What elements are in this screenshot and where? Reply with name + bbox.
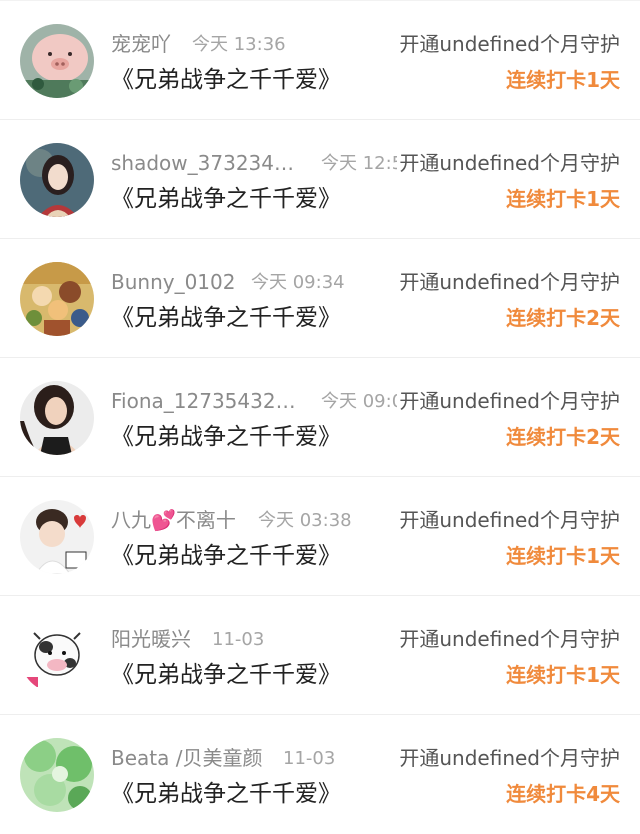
guard-info: 开通undefined个月守护 — [397, 745, 620, 771]
book-title[interactable]: 《兄弟战争之千千爱》 — [111, 303, 341, 333]
username[interactable]: Beata /贝美童颜 — [111, 746, 262, 770]
list-item[interactable]: 阳光暖兴 11-03 《兄弟战争之千千爱》 开通undefined个月守护 连续… — [0, 596, 640, 715]
list-item[interactable]: 宠宠吖 今天 13:36 《兄弟战争之千千爱》 开通undefined个月守护 … — [0, 1, 640, 120]
cow-avatar-icon[interactable] — [20, 619, 94, 693]
pig-avatar-icon[interactable] — [20, 24, 94, 98]
green-leaf-avatar-icon[interactable] — [20, 738, 94, 812]
cartoon-group-avatar-icon[interactable] — [20, 262, 94, 336]
checkin-list: 宠宠吖 今天 13:36 《兄弟战争之千千爱》 开通undefined个月守护 … — [0, 0, 640, 833]
book-title[interactable]: 《兄弟战争之千千爱》 — [111, 422, 341, 452]
guard-info: 开通undefined个月守护 — [397, 626, 620, 652]
book-title[interactable]: 《兄弟战争之千千爱》 — [111, 541, 341, 571]
list-item[interactable]: shadow_373234… 今天 12:57 《兄弟战争之千千爱》 开通und… — [0, 120, 640, 239]
timestamp: 11-03 — [283, 748, 336, 769]
username[interactable]: Fiona_12735432… — [111, 389, 296, 413]
guard-info: 开通undefined个月守护 — [397, 269, 620, 295]
streak-label: 连续打卡1天 — [506, 187, 620, 211]
streak-label: 连续打卡1天 — [506, 68, 620, 92]
list-item[interactable]: Fiona_12735432… 今天 09:07 《兄弟战争之千千爱》 开通un… — [0, 358, 640, 477]
list-item[interactable]: 八九💕不离十 今天 03:38 《兄弟战争之千千爱》 开通undefined个月… — [0, 477, 640, 596]
timestamp: 11-03 — [212, 629, 265, 650]
list-item[interactable]: Bunny_0102 今天 09:34 《兄弟战争之千千爱》 开通undefin… — [0, 239, 640, 358]
list-item[interactable]: Beata /贝美童颜 11-03 《兄弟战争之千千爱》 开通undefined… — [0, 715, 640, 834]
book-title[interactable]: 《兄弟战争之千千爱》 — [111, 779, 341, 809]
baby-avatar-icon[interactable] — [20, 500, 94, 574]
book-title[interactable]: 《兄弟战争之千千爱》 — [111, 65, 341, 95]
guard-info: 开通undefined个月守护 — [397, 388, 620, 414]
streak-label: 连续打卡1天 — [506, 663, 620, 687]
username[interactable]: shadow_373234… — [111, 151, 294, 175]
username[interactable]: 宠宠吖 — [111, 32, 171, 56]
guard-info: 开通undefined个月守护 — [397, 31, 620, 57]
username[interactable]: 阳光暖兴 — [111, 627, 191, 651]
girl-portrait-avatar-icon[interactable] — [20, 143, 94, 217]
guard-info: 开通undefined个月守护 — [397, 507, 620, 533]
streak-label: 连续打卡2天 — [506, 425, 620, 449]
book-title[interactable]: 《兄弟战争之千千爱》 — [111, 660, 341, 690]
book-title[interactable]: 《兄弟战争之千千爱》 — [111, 184, 341, 214]
streak-label: 连续打卡1天 — [506, 544, 620, 568]
username[interactable]: 八九💕不离十 — [111, 508, 236, 532]
timestamp: 今天 13:36 — [192, 34, 286, 55]
woman-avatar-icon[interactable] — [20, 381, 94, 455]
streak-label: 连续打卡4天 — [506, 782, 620, 806]
timestamp: 今天 09:34 — [251, 272, 345, 293]
guard-info: 开通undefined个月守护 — [397, 150, 620, 176]
timestamp: 今天 03:38 — [258, 510, 352, 531]
username[interactable]: Bunny_0102 — [111, 270, 235, 294]
streak-label: 连续打卡2天 — [506, 306, 620, 330]
